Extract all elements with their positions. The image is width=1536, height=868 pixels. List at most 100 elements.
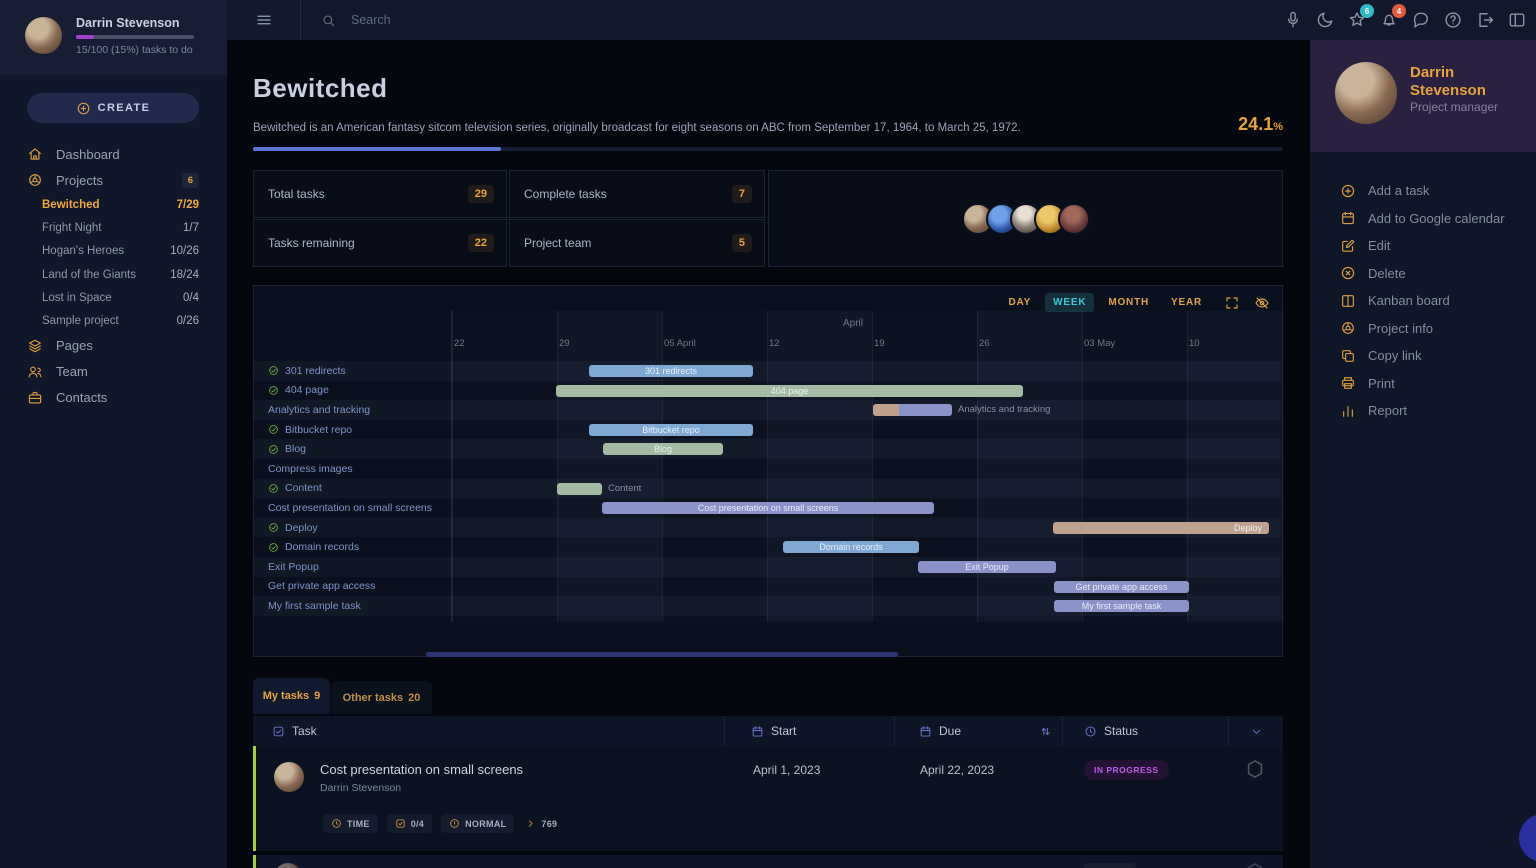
dark-mode-icon[interactable] <box>1315 10 1335 30</box>
column-header-task[interactable]: Task <box>253 716 725 746</box>
avatar[interactable] <box>25 17 62 54</box>
gantt-bar[interactable]: Cost presentation on small screens <box>602 502 934 514</box>
gantt-task-link[interactable]: My first sample task <box>254 600 451 612</box>
notifications-icon[interactable]: 4 <box>1379 10 1399 30</box>
sidebar-nav-item[interactable]: Dashboard <box>0 141 227 167</box>
gantt-bar[interactable]: Get private app access <box>1054 581 1189 593</box>
top-bar: 6 4 <box>227 0 1536 41</box>
project-action-item[interactable]: Print <box>1340 375 1536 392</box>
action-label: Kanban board <box>1368 293 1450 308</box>
fullscreen-icon[interactable] <box>1224 295 1240 311</box>
status-badge[interactable]: IN PROGRESS <box>1084 760 1169 780</box>
gantt-task-link[interactable]: Exit Popup <box>254 561 451 573</box>
gantt-tick-label: 10 <box>1189 338 1200 349</box>
calendar-icon <box>751 725 764 738</box>
manager-role: Project manager <box>1410 100 1498 114</box>
gantt-bar[interactable]: 404 page <box>556 385 1023 397</box>
task-row-partial[interactable] <box>253 855 1283 868</box>
gantt-bar-cap <box>873 404 899 416</box>
project-action-item[interactable]: Kanban board <box>1340 292 1536 309</box>
gantt-bar[interactable] <box>873 404 952 416</box>
gantt-bar[interactable] <box>557 483 602 495</box>
gantt-task-link[interactable]: Compress images <box>254 463 451 475</box>
tab-other-tasks[interactable]: Other tasks 20 <box>331 681 432 714</box>
sidebar-nav-item[interactable]: Pages <box>0 333 227 359</box>
gantt-bar-label: Cost presentation on small screens <box>602 502 934 514</box>
column-header-status[interactable]: Status <box>1063 716 1229 746</box>
gantt-task-label: Exit Popup <box>268 561 319 573</box>
hexagon-status-icon[interactable] <box>1244 758 1266 780</box>
gantt-row: 404 page 404 page <box>254 381 1281 401</box>
project-label: Sample project <box>42 315 119 327</box>
gantt-bar[interactable]: My first sample task <box>1054 600 1189 612</box>
avatar[interactable] <box>1058 203 1090 235</box>
gantt-task-link[interactable]: Blog <box>254 443 451 455</box>
favorites-icon[interactable]: 6 <box>1347 10 1367 30</box>
sidebar-nav-item[interactable]: Projects 6 <box>0 167 227 193</box>
column-header-start[interactable]: Start <box>725 716 895 746</box>
create-button[interactable]: CREATE <box>27 93 199 123</box>
tab-label: My tasks <box>263 690 309 702</box>
menu-icon[interactable] <box>227 0 301 40</box>
project-action-item[interactable]: Project info <box>1340 320 1536 337</box>
tab-my-tasks[interactable]: My tasks 9 <box>253 678 330 714</box>
gantt-row: Deploy Deploy <box>254 518 1281 538</box>
check-circle-icon <box>268 483 279 494</box>
messages-icon[interactable] <box>1411 10 1431 30</box>
sidebar-project-item[interactable]: Sample project 0/26 <box>0 309 227 332</box>
gantt-task-link[interactable]: Bitbucket repo <box>254 424 451 436</box>
gantt-task-link[interactable]: Cost presentation on small screens <box>254 502 451 514</box>
gantt-bar[interactable]: Bitbucket repo <box>589 424 753 436</box>
gantt-task-link[interactable]: 301 redirects <box>254 365 451 377</box>
gantt-track: Blog <box>451 439 1281 459</box>
column-header-due[interactable]: Due <box>895 716 1063 746</box>
gantt-task-link[interactable]: Domain records <box>254 541 451 553</box>
project-action-item[interactable]: Copy link <box>1340 347 1536 364</box>
task-row[interactable]: Cost presentation on small screens Darri… <box>253 746 1283 851</box>
gantt-task-link[interactable]: Get private app access <box>254 580 451 592</box>
project-progress-bar <box>253 147 1283 151</box>
gantt-track: Exit Popup <box>451 557 1281 577</box>
sidebar-project-item[interactable]: Hogan's Heroes 10/26 <box>0 240 227 263</box>
sidebar-project-item[interactable]: Land of the Giants 18/24 <box>0 263 227 286</box>
project-action-item[interactable]: Edit <box>1340 237 1536 254</box>
task-title[interactable]: Cost presentation on small screens <box>320 762 523 777</box>
sidebar-nav-item[interactable]: Team <box>0 359 227 385</box>
gantt-track: My first sample task <box>451 596 1281 616</box>
column-header-more[interactable] <box>1229 716 1283 746</box>
gantt-view-tab[interactable]: YEAR <box>1163 293 1210 312</box>
gantt-row: Content Content <box>254 479 1281 499</box>
gantt-view-tab[interactable]: MONTH <box>1100 293 1157 312</box>
sidebar-project-item[interactable]: Lost in Space 0/4 <box>0 286 227 309</box>
sidebar-nav-item[interactable]: Contacts <box>0 385 227 411</box>
sidebar-project-item[interactable]: Bewitched 7/29 <box>0 193 227 216</box>
gantt-task-link[interactable]: Analytics and tracking <box>254 404 451 416</box>
gantt-bar[interactable]: Exit Popup <box>918 561 1056 573</box>
gantt-view-tab[interactable]: WEEK <box>1045 293 1094 312</box>
gantt-bar[interactable]: Deploy <box>1053 522 1269 534</box>
project-action-item[interactable]: Report <box>1340 402 1536 419</box>
project-action-item[interactable]: Add to Google calendar <box>1340 210 1536 227</box>
gantt-view-tab[interactable]: DAY <box>1001 293 1040 312</box>
gantt-task-link[interactable]: Deploy <box>254 522 451 534</box>
avatar[interactable] <box>1335 62 1397 124</box>
project-action-item[interactable]: Add a task <box>1340 182 1536 199</box>
gantt-bar[interactable]: Domain records <box>783 541 919 553</box>
voice-icon[interactable] <box>1283 10 1303 30</box>
help-icon[interactable] <box>1443 10 1463 30</box>
gantt-task-link[interactable]: Content <box>254 482 451 494</box>
avatar[interactable] <box>274 762 304 792</box>
gantt-task-link[interactable]: 404 page <box>254 384 451 396</box>
gantt-bar[interactable]: 301 redirects <box>589 365 753 377</box>
team-avatars-panel <box>768 170 1283 267</box>
eye-off-icon[interactable] <box>1254 295 1270 311</box>
layout-toggle-icon[interactable] <box>1507 10 1527 30</box>
gantt-bar-label: Get private app access <box>1054 581 1189 593</box>
logout-icon[interactable] <box>1475 10 1495 30</box>
gantt-bar[interactable]: Blog <box>603 443 723 455</box>
sidebar-project-item[interactable]: Fright Night 1/7 <box>0 216 227 239</box>
search-input[interactable] <box>349 12 653 28</box>
project-action-item[interactable]: Delete <box>1340 265 1536 282</box>
sort-icon[interactable] <box>1039 725 1052 738</box>
gantt-horizontal-scrollbar[interactable] <box>426 652 898 657</box>
